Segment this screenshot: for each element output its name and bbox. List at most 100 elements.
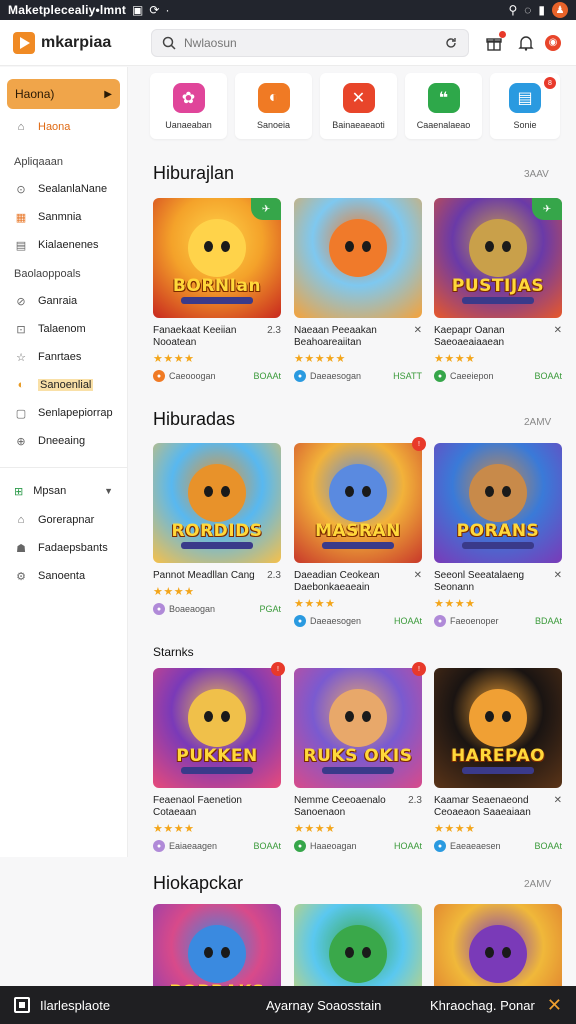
section-more-link[interactable]: 3AAV [524,169,549,180]
price-label[interactable]: BOAAt [253,371,281,381]
developer-name[interactable]: Eaiaeaagen [169,841,217,851]
sidebar-item-books-2[interactable]: ⊡ Talaenom [0,315,127,343]
sidebar-item-apps-3[interactable]: ▤ Kialaenenes [0,231,127,259]
category-icon: ◐ [257,82,290,113]
sidebar-item-group-1[interactable]: ⌂ Gorerapnar [0,506,127,534]
game-rank: ✕ [553,570,562,581]
logo[interactable]: mkarpiaa [13,31,139,54]
sidebar-group-toggle[interactable]: ⊞ Mpsan ▼ [0,476,127,506]
sidebar-item-apps-1[interactable]: ⊙ SealanlaNane [0,175,127,203]
game-card[interactable]: HAREPAO Kaamar Seaenaeond Ceoaeaon Saaeai… [434,668,562,852]
close-icon[interactable]: ✕ [547,995,562,1016]
developer-name[interactable]: Faeoenoper [450,616,499,626]
game-thumbnail[interactable]: RORDIDS [153,443,281,563]
bottom-bar-link[interactable]: Ayarnay Soaosstain [266,998,430,1013]
sidebar-item-group-2[interactable]: ☗ Fadaepsbants [0,534,127,562]
sidebar-item-group-3[interactable]: ⚙ Sanoenta [0,562,127,590]
bell-icon[interactable] [513,30,539,56]
sidebar-item-apps-2[interactable]: ▦ Sanmnia [0,203,127,231]
game-card[interactable]: PORANS Seeonl Seeatalaeng Seonann ✕ ★★★★ ● Fa… [434,443,562,627]
game-title[interactable]: Fanaekaat Keeiian Nooatean 2.3 [153,325,281,349]
refresh-icon[interactable] [444,36,458,50]
game-thumbnail[interactable]: RUKS OKIS [294,668,422,788]
star-rating: ★★★★ [434,353,476,365]
developer-name[interactable]: Haaeoagan [310,841,357,851]
sidebar-item-books-4[interactable]: ◐ Sanoenlial [0,371,127,399]
section-more-link[interactable]: 2AMV [524,879,551,890]
game-card[interactable]: BORNIan ✈ Fanaekaat Keeiian Nooatean 2.3 ★★★… [153,198,281,382]
developer-name[interactable]: Eaeaeaesen [450,841,501,851]
game-card[interactable]: RORDIDS Pannot Meadllan Cang 2.3 ★★★★ ● Boaea… [153,443,281,615]
category-tile-5[interactable]: ▤ Sonie 8 [490,73,560,139]
notification-icon: ▣ [132,3,144,17]
price-label[interactable]: BOAAt [253,841,281,851]
game-rank: 2.3 [267,570,281,581]
game-thumbnail[interactable]: BORNIan ✈ [153,198,281,318]
category-tile-1[interactable]: ✿ Uanaeaban [150,73,227,139]
developer-name[interactable]: Caeeiepon [450,371,494,381]
developer-name[interactable]: Daeaesogen [310,616,361,626]
sidebar-item-home[interactable]: ⌂ Haona [0,113,127,141]
game-card[interactable]: RUKS OKIS! Nemme Ceeoaenalo Sanoenaon 2.3 ★… [294,662,426,852]
star-rating: ★★★★ [434,598,476,610]
search-input[interactable] [184,35,436,50]
game-thumbnail[interactable]: PORANS [434,443,562,563]
game-title[interactable]: Feaenaol Faenetion Cotaeaan [153,795,281,819]
category-tile-2[interactable]: ◐ Sanoeia [235,73,312,139]
box-icon: ⌂ [17,514,25,526]
game-title-text: Kaamar Seaenaeond Ceoaeaon Saaeaiaan [434,795,531,818]
game-title-text: Daeadian Ceokean Daebonkaeaeain [294,570,380,593]
status-bar: Maketplecealiy•lmnt ▣ ⟳ · ⚲ ◌ ▮ ♟ [0,0,576,20]
search-bar[interactable] [151,28,469,57]
status-title: Maketplecealiy•lmnt [8,3,127,17]
game-card[interactable]: MASRAN! Daeadian Ceokean Daebonkaeaeain ✕ ★… [294,437,426,627]
sidebar-item-books-3[interactable]: ☆ Fanrtaes [0,343,127,371]
game-title[interactable]: Nemme Ceeoaenalo Sanoenaon 2.3 [294,795,422,819]
price-label[interactable]: HSATT [393,371,422,381]
bottom-bar-action[interactable]: Khraochag. Ponar [430,998,535,1013]
developer-name[interactable]: Boaeaogan [169,604,215,614]
game-card[interactable]: PUKKEN! Feaenaol Faenetion Cotaeaan ★★★★ ● E… [153,662,285,852]
price-label[interactable]: PGAt [259,604,281,614]
game-title[interactable]: Pannot Meadllan Cang 2.3 [153,570,281,582]
price-label[interactable]: BOAAt [534,841,562,851]
game-thumbnail[interactable]: PUKKEN [153,668,281,788]
sidebar-item-label: SealanlaNane [38,183,108,195]
game-title[interactable]: Kaamar Seaenaeond Ceoaeaon Saaeaiaan ✕ [434,795,562,819]
category-tile-3[interactable]: ✕ Bainaeaeaoti [320,73,397,139]
game-card[interactable]: Naeaan Peeaakan Beahoareaiitan ✕ ★★★★★ ● Dae… [294,198,422,382]
developer-name[interactable]: Caeooogan [169,371,216,381]
sidebar-item-books-6[interactable]: ⊕ Dneeaing [0,427,127,455]
price-label[interactable]: BOAAt [534,371,562,381]
game-rank: ✕ [553,795,562,806]
game-title[interactable]: Naeaan Peeaakan Beahoareaiitan ✕ [294,325,422,349]
category-tile-4[interactable]: ❝ Caaenalaeao [405,73,482,139]
game-thumbnail[interactable]: PUSTIJAS ✈ [434,198,562,318]
game-title[interactable]: Seeonl Seeatalaeng Seonann ✕ [434,570,562,594]
game-thumbnail[interactable]: HAREPAO [434,668,562,788]
game-card[interactable]: PUSTIJAS ✈ Kaepapr Oanan Saeoaeaiaaean ✕ ★★★… [434,198,562,382]
character-art [469,219,527,278]
star-icon: ☆ [16,351,26,364]
developer-name[interactable]: Daeaesogan [310,371,361,381]
bottom-bar-app-name[interactable]: Ilarlesplaote [40,998,266,1013]
game-title[interactable]: Kaepapr Oanan Saeoaeaiaaean ✕ [434,325,562,349]
price-label[interactable]: HOAAt [394,616,422,626]
sidebar: Haona) ▶ ⌂ Haona Apliqaaan ⊙ SealanlaNane… [0,67,128,857]
game-title[interactable]: Daeadian Ceokean Daebonkaeaeain ✕ [294,570,422,594]
character-art [329,925,387,984]
sidebar-item-active[interactable]: Haona) ▶ [7,79,120,109]
profile-icon[interactable]: ◉ [545,34,561,51]
list-icon: ▤ [15,239,27,252]
sidebar-item-books-1[interactable]: ⊘ Ganraia [0,287,127,315]
sidebar-active-label: Haona) [15,87,55,101]
sidebar-item-books-5[interactable]: ▢ Senlapepiorrap [0,399,127,427]
gift-icon[interactable] [481,30,507,56]
character-art [329,219,387,278]
game-art-title: PORANS [456,521,540,541]
price-label[interactable]: HOAAt [394,841,422,851]
game-thumbnail[interactable] [294,198,422,318]
game-thumbnail[interactable]: MASRAN [294,443,422,563]
price-label[interactable]: BDAAt [535,616,562,626]
section-more-link[interactable]: 2AMV [524,417,551,428]
